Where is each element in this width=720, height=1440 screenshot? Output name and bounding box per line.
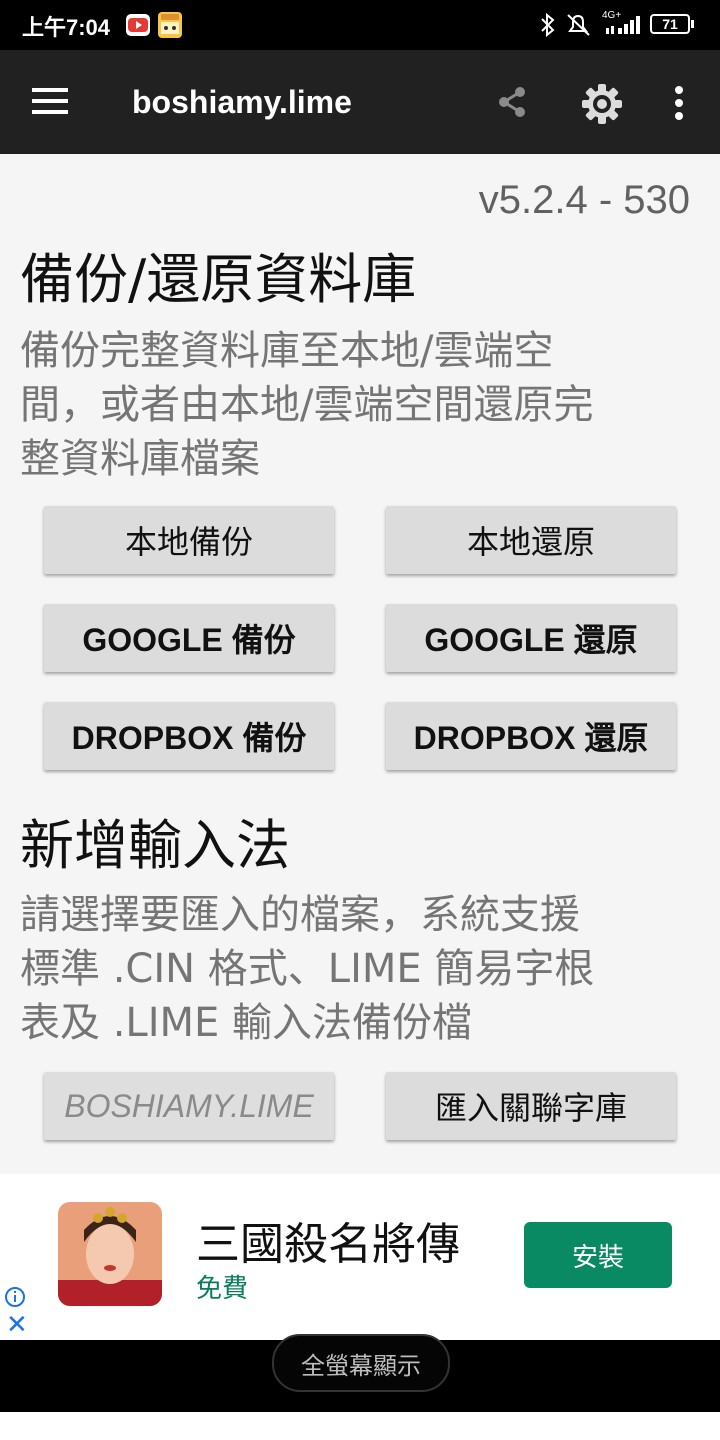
backup-section-description: 備份完整資料庫至本地/雲端空 間，或者由本地/雲端空間還原完 整資料庫檔案 [20, 324, 700, 486]
more-vert-icon[interactable] [674, 86, 684, 124]
battery-icon: 71 [650, 14, 690, 34]
backup-desc-line: 備份完整資料庫至本地/雲端空 [20, 328, 554, 374]
settings-gear-icon[interactable] [582, 84, 622, 128]
signal-icon [604, 14, 642, 40]
gift-app-icon [158, 12, 182, 42]
share-icon[interactable] [496, 86, 528, 122]
main-content: v5.2.4 - 530 備份/還原資料庫 備份完整資料庫至本地/雲端空 間，或… [0, 154, 720, 1174]
battery-tip [691, 20, 694, 28]
version-label: v5.2.4 - 530 [478, 178, 690, 222]
import-desc-line: 表及 .LIME 輸入法備份檔 [20, 1000, 473, 1046]
google-restore-button[interactable]: GOOGLE 還原 [386, 604, 676, 672]
local-restore-button[interactable]: 本地還原 [386, 506, 676, 574]
menu-icon[interactable] [32, 88, 68, 118]
import-section-title: 新增輸入法 [20, 814, 290, 877]
fullscreen-button[interactable]: 全螢幕顯示 [272, 1334, 450, 1392]
navigation-bar: 全螢幕顯示 [0, 1334, 720, 1412]
backup-desc-line: 間，或者由本地/雲端空間還原完 [20, 382, 594, 428]
import-desc-line: 標準 .CIN 格式、LIME 簡易字根 [20, 946, 595, 992]
status-time: 上午7:04 [22, 15, 111, 40]
google-backup-button[interactable]: GOOGLE 備份 [44, 604, 334, 672]
mute-bell-icon [564, 12, 592, 42]
select-file-button[interactable]: BOSHIAMY.LIME [44, 1072, 334, 1140]
bluetooth-icon [540, 12, 556, 42]
app-title: boshiamy.lime [132, 84, 352, 120]
backup-desc-line: 整資料庫檔案 [20, 436, 260, 482]
ad-info-icon[interactable] [4, 1286, 26, 1312]
import-desc-line: 請選擇要匯入的檔案，系統支援 [20, 892, 580, 938]
ad-app-icon[interactable] [58, 1202, 162, 1306]
ad-banner[interactable]: 三國殺名將傳 免費 安裝 ✕ [0, 1174, 720, 1340]
bottom-edge [0, 1412, 720, 1440]
local-backup-button[interactable]: 本地備份 [44, 506, 334, 574]
dropbox-restore-button[interactable]: DROPBOX 還原 [386, 702, 676, 770]
battery-level: 71 [662, 16, 678, 32]
backup-section-title: 備份/還原資料庫 [20, 248, 417, 311]
dropbox-backup-button[interactable]: DROPBOX 備份 [44, 702, 334, 770]
app-bar: boshiamy.lime [0, 50, 720, 154]
import-related-dictionary-button[interactable]: 匯入關聯字庫 [386, 1072, 676, 1140]
status-bar: 上午7:04 4G+ 71 [0, 0, 720, 50]
import-section-description: 請選擇要匯入的檔案，系統支援 標準 .CIN 格式、LIME 簡易字根 表及 .… [20, 888, 700, 1050]
ad-price: 免費 [196, 1274, 249, 1304]
ad-app-name[interactable]: 三國殺名將傳 [196, 1208, 460, 1272]
ad-install-button[interactable]: 安裝 [524, 1222, 672, 1288]
youtube-icon [126, 14, 150, 40]
ad-close-icon[interactable]: ✕ [6, 1312, 28, 1338]
